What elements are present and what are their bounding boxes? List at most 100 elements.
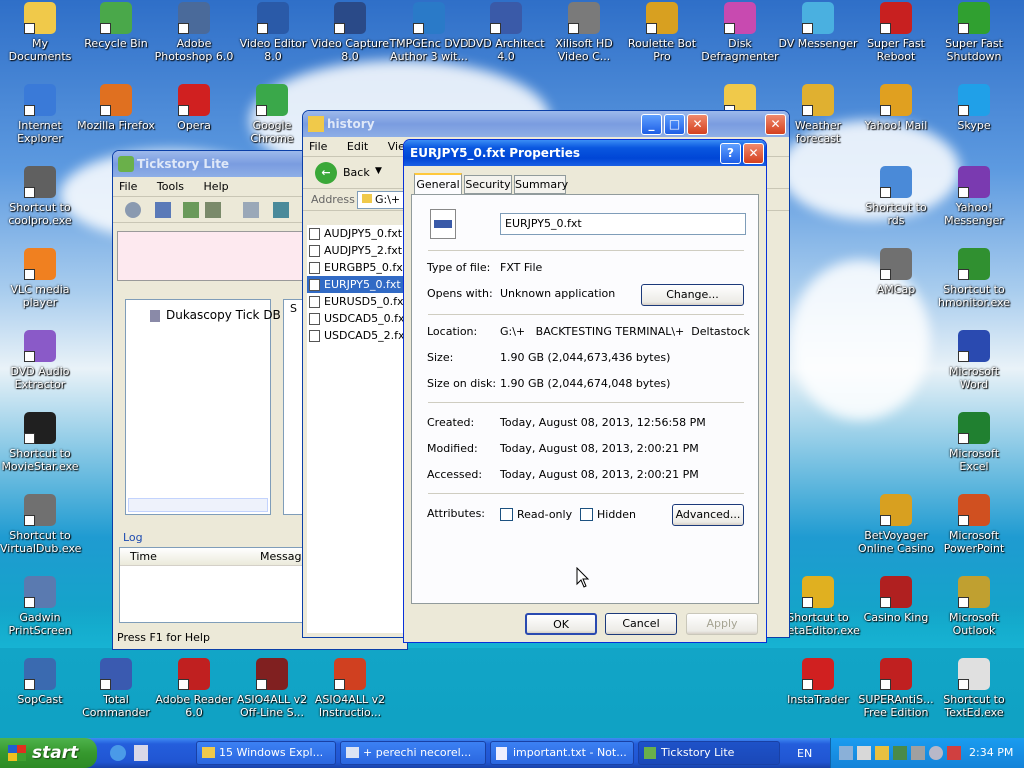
log-col-message[interactable]: Message: [260, 548, 308, 566]
desktop-icon[interactable]: SopCast: [0, 658, 80, 706]
cancel-button[interactable]: Cancel: [605, 613, 677, 635]
tab-general[interactable]: General: [414, 173, 462, 195]
desktop-icon[interactable]: Shortcut to MovieStar.exe: [0, 412, 80, 473]
desktop-icon[interactable]: Skype: [934, 84, 1014, 132]
tray-app-icon[interactable]: [875, 746, 889, 760]
desktop-icon[interactable]: Video Editor 8.0: [233, 2, 313, 63]
close-button[interactable]: ✕: [687, 114, 708, 135]
desktop-icon[interactable]: InstaTrader: [778, 658, 858, 706]
desktop-icon[interactable]: Yahoo! Mail: [856, 84, 936, 132]
properties-dialog[interactable]: EURJPY5_0.fxt Properties ? ✕ General Sec…: [403, 139, 767, 643]
tree-hscrollbar[interactable]: [128, 498, 268, 512]
clock-app-icon[interactable]: [929, 746, 943, 760]
desktop-icon[interactable]: Google Chrome: [232, 84, 312, 145]
desktop-icon[interactable]: AMCap: [856, 248, 936, 296]
tree-item[interactable]: Dukascopy Tick DB: [136, 308, 281, 322]
desktop-icon[interactable]: Mozilla Firefox: [76, 84, 156, 132]
refresh-icon[interactable]: [155, 202, 171, 218]
quicklaunch-desktop-icon[interactable]: [134, 745, 148, 761]
desktop-icon[interactable]: Shortcut to hmonitor.exe: [934, 248, 1014, 309]
desktop-icon[interactable]: Yahoo! Messenger: [934, 166, 1014, 227]
desktop-icon[interactable]: Microsoft Word: [934, 330, 1014, 391]
taskbar-item-notepad[interactable]: important.txt - Not...: [490, 741, 634, 765]
desktop-icon[interactable]: Microsoft Excel: [934, 412, 1014, 473]
shield-icon[interactable]: [947, 746, 961, 760]
desktop-icon[interactable]: Shortcut to MetaEditor.exe: [778, 576, 860, 637]
desktop-icon[interactable]: Weather forecast: [778, 84, 858, 145]
hidden-checkbox[interactable]: [580, 508, 593, 521]
desktop-icon[interactable]: Super Fast Shutdown: [934, 2, 1014, 63]
desktop-icon[interactable]: Adobe Photoshop 6.0: [154, 2, 234, 63]
clock[interactable]: 2:34 PM: [969, 746, 1013, 759]
desktop-icon[interactable]: Microsoft Outlook: [934, 576, 1014, 637]
tray-app-icon[interactable]: [893, 746, 907, 760]
hidden-label[interactable]: Hidden: [597, 508, 636, 521]
desktop-icon[interactable]: DVD Architect 4.0: [466, 2, 546, 63]
file-item[interactable]: AUDJPY5_2.fxt: [307, 242, 405, 259]
tickstory-menu-help[interactable]: Help: [204, 180, 229, 193]
file-item[interactable]: AUDJPY5_0.fxt: [307, 225, 405, 242]
file-item[interactable]: EURGBP5_0.fxt: [307, 259, 407, 276]
desktop-icon[interactable]: Disk Defragmenter: [700, 2, 780, 63]
launch-icon[interactable]: [243, 202, 259, 218]
import-icon[interactable]: [183, 202, 199, 218]
desktop-icon[interactable]: Super Fast Reboot: [856, 2, 936, 63]
taskbar-item-tickstory[interactable]: Tickstory Lite: [638, 741, 780, 765]
chevron-down-icon[interactable]: ▼: [375, 166, 382, 176]
export-icon[interactable]: [205, 202, 221, 218]
file-list[interactable]: AUDJPY5_0.fxt AUDJPY5_2.fxt EURGBP5_0.fxt E…: [307, 225, 409, 633]
desktop-icon[interactable]: ASIO4ALL v2 Off-Line S...: [232, 658, 312, 719]
desktop-icon[interactable]: Shortcut to coolpro.exe: [0, 166, 80, 227]
desktop-icon[interactable]: Shortcut to rds: [856, 166, 936, 227]
filename-input[interactable]: EURJPY5_0.fxt: [500, 213, 746, 235]
desktop-icon[interactable]: Shortcut to VirtualDub.exe: [0, 494, 81, 555]
desktop-icon[interactable]: My Documents: [0, 2, 80, 63]
start-button[interactable]: start: [0, 738, 97, 768]
address-input[interactable]: G:\+: [357, 191, 407, 209]
monitor-icon[interactable]: [857, 746, 871, 760]
readonly-label[interactable]: Read-only: [517, 508, 572, 521]
quicklaunch-ie-icon[interactable]: [110, 745, 126, 761]
desktop-icon[interactable]: Total Commander: [76, 658, 156, 719]
log-col-time[interactable]: Time: [130, 548, 157, 566]
tickstory-tree[interactable]: Dukascopy Tick DB: [125, 299, 281, 515]
close-button[interactable]: ✕: [765, 114, 786, 135]
advanced-button[interactable]: Advanced...: [672, 504, 744, 526]
file-item[interactable]: EURJPY5_0.fxt: [307, 276, 405, 293]
desktop-icon[interactable]: TMPGEnc DVD Author 3 wit...: [389, 2, 469, 63]
desktop-icon[interactable]: Microsoft PowerPoint: [934, 494, 1014, 555]
desktop-icon[interactable]: Roulette Bot Pro: [622, 2, 702, 63]
readonly-checkbox[interactable]: [500, 508, 513, 521]
desktop-icon[interactable]: DV Messenger: [778, 2, 858, 50]
desktop-icon[interactable]: BetVoyager Online Casino: [856, 494, 936, 555]
close-button[interactable]: ✕: [743, 143, 764, 164]
properties-titlebar[interactable]: EURJPY5_0.fxt Properties ? ✕: [404, 140, 766, 166]
taskbar-item-explorer[interactable]: 15 Windows Expl...: [196, 741, 336, 765]
change-button[interactable]: Change...: [641, 284, 744, 306]
desktop-icon[interactable]: Xilisoft HD Video C...: [544, 2, 624, 63]
tickstory-menu-tools[interactable]: Tools: [157, 180, 184, 193]
desktop-icon[interactable]: DVD Audio Extractor: [0, 330, 80, 391]
desktop-icon[interactable]: Adobe Reader 6.0: [154, 658, 234, 719]
explorer-menu-edit[interactable]: Edit: [347, 140, 368, 153]
explorer-menu-file[interactable]: File: [309, 140, 327, 153]
back-arrow-icon[interactable]: ←: [315, 162, 337, 184]
maximize-button[interactable]: □: [664, 114, 685, 135]
ok-button[interactable]: OK: [525, 613, 597, 635]
tab-summary[interactable]: Summary: [514, 175, 568, 194]
taskbar-item-perechi[interactable]: + perechi necorel...: [340, 741, 486, 765]
settings-icon[interactable]: [125, 202, 141, 218]
file-item[interactable]: USDCAD5_2.fxt: [307, 327, 409, 344]
minimize-button[interactable]: _: [641, 114, 662, 135]
desktop-icon[interactable]: VLC media player: [0, 248, 80, 309]
desktop-icon[interactable]: SUPERAntiS... Free Edition: [856, 658, 936, 719]
apply-button[interactable]: Apply: [686, 613, 758, 635]
desktop-icon[interactable]: Recycle Bin: [76, 2, 156, 50]
network-icon[interactable]: [839, 746, 853, 760]
file-item[interactable]: USDCAD5_0.fxt: [307, 310, 409, 327]
desktop-icon[interactable]: Video Capture 8.0: [310, 2, 390, 63]
explorer-titlebar[interactable]: history _ □ ✕ ✕: [303, 111, 789, 137]
desktop-icon[interactable]: Gadwin PrintScreen: [0, 576, 80, 637]
file-item[interactable]: EURUSD5_0.fxt: [307, 293, 408, 310]
help-button[interactable]: ?: [720, 143, 741, 164]
